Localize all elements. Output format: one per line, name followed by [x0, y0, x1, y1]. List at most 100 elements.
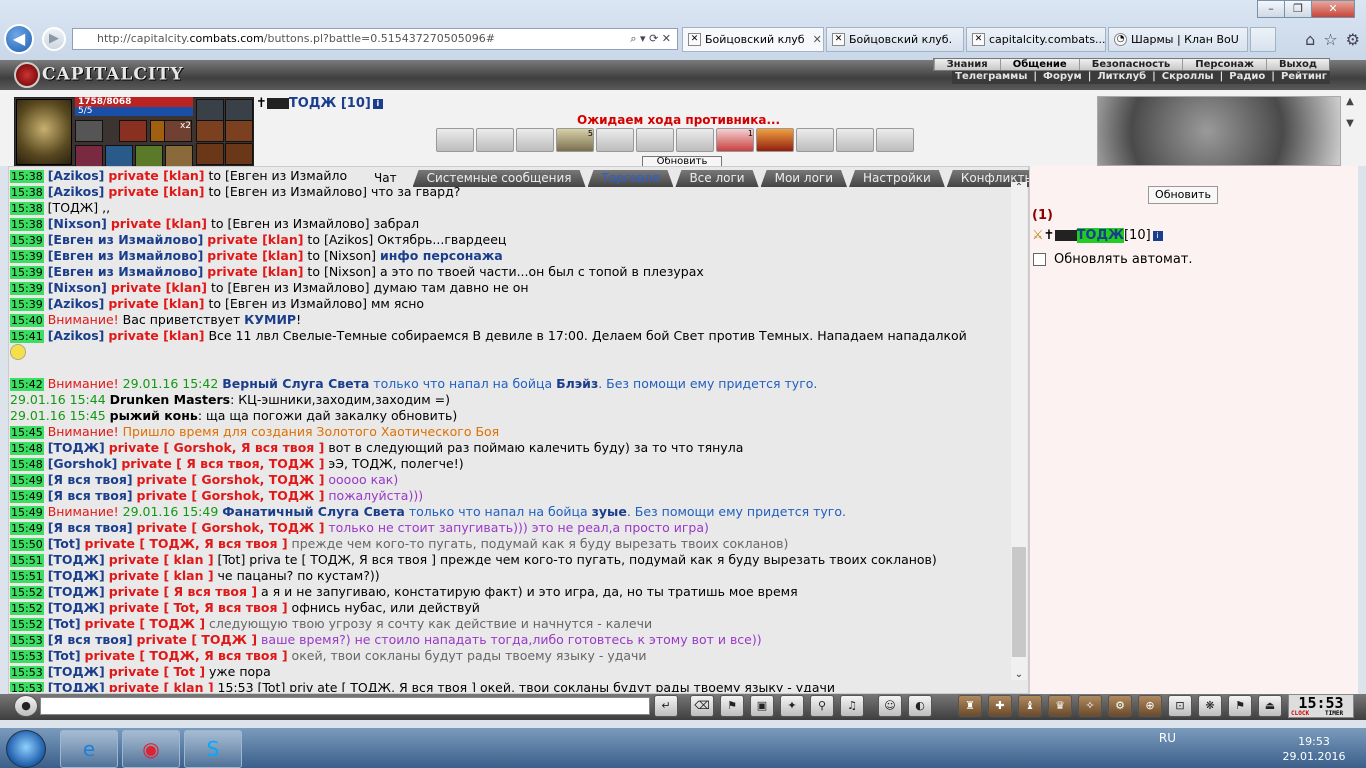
submenu-radio[interactable]: Радио — [1226, 71, 1268, 84]
user-name[interactable]: Верный Слуга Света — [222, 376, 369, 391]
equipment-slot[interactable] — [119, 120, 147, 142]
user-name[interactable]: [Nixson] — [48, 216, 107, 231]
user-name[interactable]: [ТОДЖ] — [48, 600, 105, 615]
chat-scrollbar[interactable]: ⌃ ⌄ — [1011, 182, 1027, 680]
private-recipients[interactable]: private [klan] — [207, 232, 303, 247]
maximize-icon[interactable]: ❐ — [1284, 0, 1312, 18]
auto-refresh-checkbox[interactable] — [1033, 253, 1046, 266]
tab-chat[interactable]: Чат — [360, 170, 411, 187]
private-recipients[interactable]: private [ Tot ] — [109, 664, 205, 679]
scroll-slot[interactable] — [876, 128, 914, 152]
user-name[interactable]: [ТОДЖ] — [48, 440, 105, 455]
private-recipients[interactable]: private [ ТОДЖ ] — [137, 632, 258, 647]
user-name[interactable]: [Евген из Измайлово] — [48, 248, 204, 263]
user-name[interactable]: [Azikos] — [48, 296, 105, 311]
equipment-slot[interactable] — [225, 120, 253, 142]
chat-input[interactable] — [40, 697, 650, 715]
star-icon[interactable]: ☆ — [1323, 30, 1337, 49]
scroll-slot[interactable] — [756, 128, 794, 152]
submenu-scrolls[interactable]: Скроллы — [1159, 71, 1217, 84]
info-icon[interactable]: i — [1152, 230, 1163, 241]
user-name[interactable]: [Gorshok] — [48, 456, 118, 471]
user-name[interactable]: [ТОДЖ] — [48, 664, 105, 679]
tab-settings[interactable]: Настройки — [849, 170, 945, 187]
equipment-slot[interactable] — [105, 145, 133, 167]
scroll-slot[interactable] — [476, 128, 514, 152]
menu-item-communication[interactable]: Общение — [999, 59, 1079, 70]
private-recipients[interactable]: private [klan] — [108, 184, 204, 199]
user-name[interactable]: Блэйз — [556, 376, 598, 391]
user-name[interactable]: [Azikos] — [48, 168, 105, 183]
tab-my-logs[interactable]: Мои логи — [761, 170, 847, 187]
smiley-icon[interactable]: ☺ — [878, 695, 902, 717]
equipment-slot[interactable] — [196, 99, 224, 121]
private-recipients[interactable]: private [ Tot, Я вся твоя ] — [109, 600, 288, 615]
skype-icon[interactable]: S — [184, 730, 242, 768]
user-name[interactable]: [ТОДЖ] — [48, 584, 105, 599]
private-recipients[interactable]: private [klan] — [108, 168, 204, 183]
auto-refresh-option[interactable]: Обновлять автомат. — [1033, 252, 1193, 267]
browser-tab[interactable]: ✕ Бойцовский клуб. — [826, 27, 964, 52]
gear-icon[interactable]: ⚙ — [1346, 30, 1360, 49]
equipment-slot[interactable]: x2 — [164, 120, 192, 142]
clear-icon[interactable]: ⌫ — [690, 695, 714, 717]
submenu-forum[interactable]: Форум — [1040, 71, 1085, 84]
scroll-slot[interactable]: 5 — [556, 128, 594, 152]
private-recipients[interactable]: private [ klan ] — [109, 568, 214, 583]
submenu-rating[interactable]: Рейтинг — [1278, 71, 1330, 84]
player-name[interactable]: ✝ ТОДЖ [10] i — [256, 96, 383, 111]
home-icon[interactable]: ⌂ — [1305, 30, 1315, 49]
spell-icon[interactable]: ♜ — [958, 695, 982, 717]
private-recipients[interactable]: private [klan] — [108, 296, 204, 311]
private-recipients[interactable]: private [ Я вся твоя ] — [109, 584, 257, 599]
search-icon[interactable]: ⌕ ▾ ⟳ ✕ — [630, 29, 671, 49]
private-recipients[interactable]: private [ Gorshok, Я вся твоя ] — [109, 440, 325, 455]
scroll-slot[interactable] — [436, 128, 474, 152]
sound-icon[interactable]: ♫ — [840, 695, 864, 717]
scroll-slot[interactable] — [676, 128, 714, 152]
tab-close-icon[interactable]: ✕ — [813, 33, 822, 46]
private-recipients[interactable]: private [ ТОДЖ, Я вся твоя ] — [85, 536, 288, 551]
user-name[interactable]: КУМИР — [244, 312, 296, 327]
chat-mode-icon[interactable]: ● — [14, 695, 38, 717]
private-recipients[interactable]: private [ Gorshok, ТОДЖ ] — [137, 488, 325, 503]
private-recipients[interactable]: private [ Gorshok, ТОДЖ ] — [137, 520, 325, 535]
user-name[interactable]: [Tot] — [48, 616, 81, 631]
minimize-icon[interactable]: – — [1257, 0, 1285, 18]
user-name[interactable]: [Я вся твоя] — [48, 520, 133, 535]
spell-icon[interactable]: ⊕ — [1138, 695, 1162, 717]
helmet-icon[interactable]: ◐ — [908, 695, 932, 717]
start-button[interactable] — [6, 730, 46, 768]
private-recipients[interactable]: private [klan] — [207, 248, 303, 263]
scroll-slot[interactable] — [636, 128, 674, 152]
equipment-slot[interactable] — [196, 120, 224, 142]
user-name[interactable]: [Я вся твоя] — [48, 632, 133, 647]
equipment-slot[interactable] — [225, 99, 253, 121]
character-avatar[interactable] — [16, 99, 72, 165]
walk-icon[interactable]: ✦ — [780, 695, 804, 717]
user-name[interactable]: [Евген из Измайлово] — [48, 232, 204, 247]
user-name[interactable]: [ТОДЖ] — [48, 552, 105, 567]
user-name[interactable]: [ТОДЖ] — [48, 680, 105, 692]
spell-icon[interactable]: ♛ — [1048, 695, 1072, 717]
top-scrollbar[interactable]: ▲ ▼ — [1342, 96, 1358, 156]
menu-item-exit[interactable]: Выход — [1265, 59, 1329, 70]
private-recipients[interactable]: private [ Gorshok, ТОДЖ ] — [137, 472, 325, 487]
refresh-list-button[interactable]: Обновить — [1148, 186, 1218, 204]
equipment-slot[interactable] — [165, 145, 193, 167]
save-icon[interactable]: ▣ — [750, 695, 774, 717]
equipment-slot[interactable] — [135, 145, 163, 167]
user-name[interactable]: [Azikos] — [48, 184, 105, 199]
menu-item-character[interactable]: Персонаж — [1182, 59, 1266, 70]
back-button[interactable]: ◀ — [4, 24, 34, 54]
private-recipients[interactable]: private [klan] — [207, 264, 303, 279]
close-icon[interactable]: ✕ — [1311, 0, 1355, 18]
private-recipients[interactable]: private [ klan ] — [109, 680, 214, 692]
menu-item-knowledge[interactable]: Знания — [933, 59, 1000, 70]
user-name[interactable]: [Евген из Измайлово] — [48, 264, 204, 279]
translit-icon[interactable]: ⚑ — [720, 695, 744, 717]
scroll-up-icon[interactable]: ⌃ — [1011, 182, 1027, 193]
language-indicator[interactable]: RU — [1159, 731, 1176, 745]
user-name[interactable]: Фанатичный Слуга Света — [222, 504, 405, 519]
private-recipients[interactable]: private [ ТОДЖ, Я вся твоя ] — [85, 648, 288, 663]
